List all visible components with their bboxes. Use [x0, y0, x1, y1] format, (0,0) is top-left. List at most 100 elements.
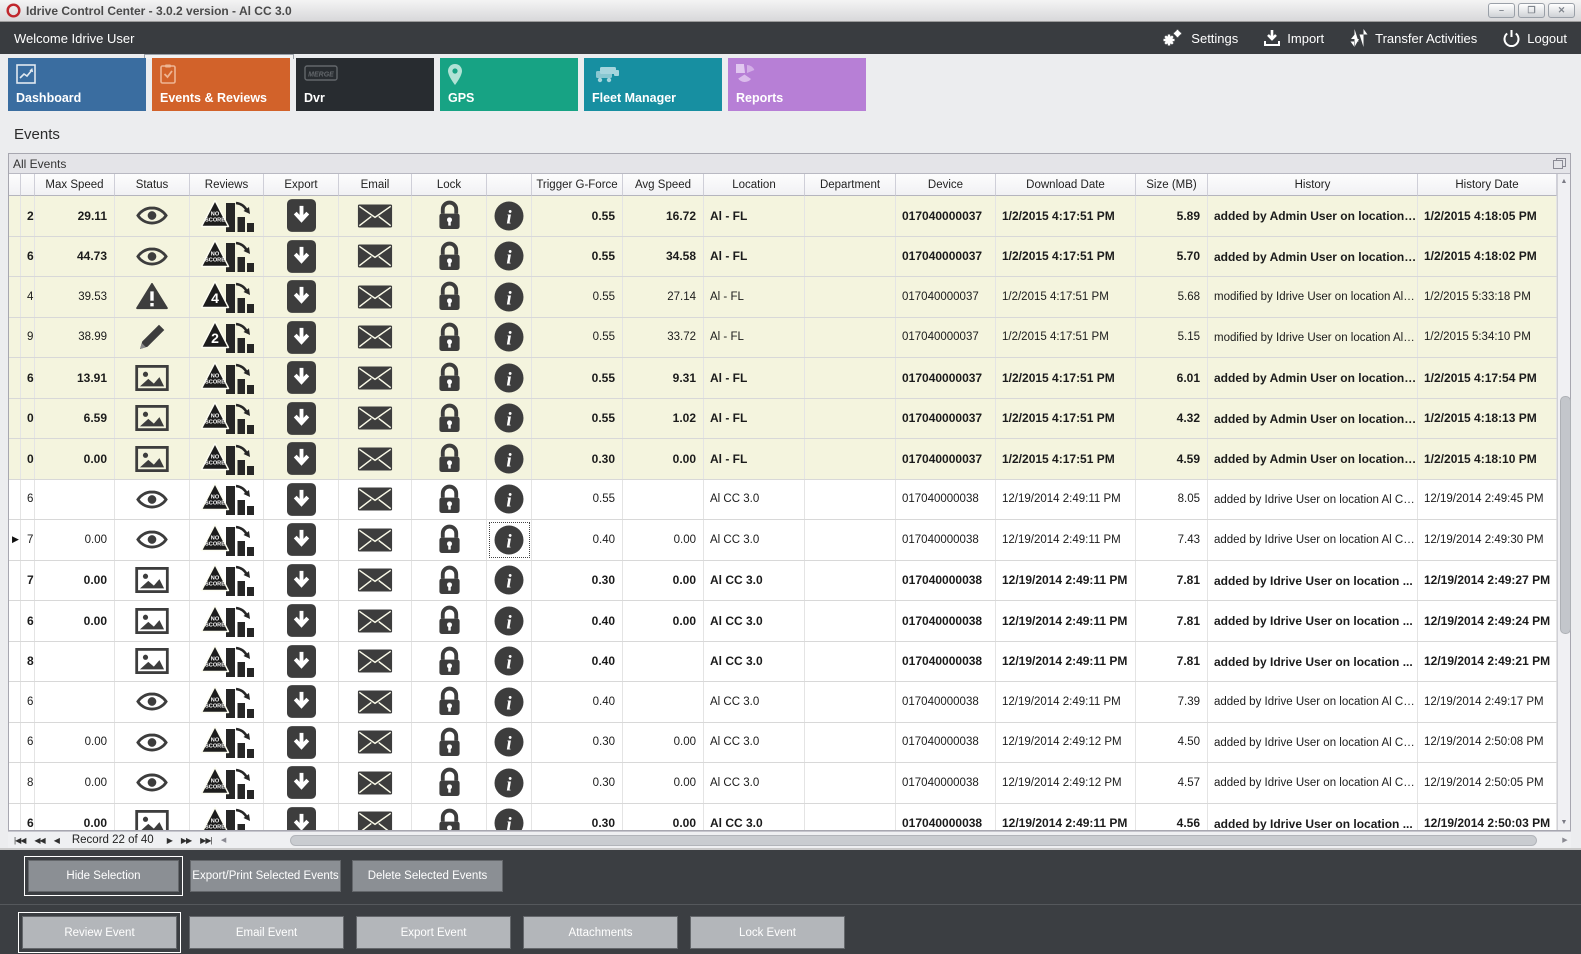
- column-header-max-speed[interactable]: Max Speed: [35, 174, 115, 196]
- export-icon[interactable]: [264, 804, 339, 831]
- info-icon[interactable]: i: [487, 682, 532, 722]
- info-icon[interactable]: i: [487, 399, 532, 439]
- info-icon[interactable]: i: [487, 480, 532, 520]
- column-header-size-mb-[interactable]: Size (MB): [1136, 174, 1208, 196]
- export-icon[interactable]: [264, 361, 338, 394]
- email-icon[interactable]: [339, 609, 411, 633]
- review-score-icon[interactable]: NO SCORE: [190, 603, 263, 639]
- lock-icon[interactable]: [412, 642, 487, 682]
- tab-dashboard[interactable]: Dashboard: [8, 58, 146, 111]
- tab-events-reviews[interactable]: Events & Reviews: [152, 58, 290, 111]
- export-icon[interactable]: [264, 763, 339, 803]
- lock-icon[interactable]: [412, 682, 487, 722]
- lock-icon[interactable]: [412, 601, 487, 641]
- reviews-cell[interactable]: NO SCORE: [190, 399, 264, 439]
- lock-icon[interactable]: [412, 565, 486, 596]
- export-icon[interactable]: [264, 726, 338, 759]
- export-icon[interactable]: [264, 766, 338, 799]
- review-score-icon[interactable]: NO SCORE: [190, 562, 263, 598]
- info-icon[interactable]: i: [487, 318, 532, 358]
- export-icon[interactable]: [264, 604, 338, 637]
- scroll-left-icon[interactable]: ◀: [218, 836, 230, 844]
- review-event-button[interactable]: Review Event: [22, 916, 177, 949]
- lock-icon[interactable]: [412, 520, 487, 560]
- table-row[interactable]: 8 NO SCORE i0.40Al CC 3.001704000003812/…: [9, 642, 1557, 683]
- table-row[interactable]: 60.00 NO SCORE i0.300.00Al CC 3.00170400…: [9, 804, 1557, 831]
- export-icon[interactable]: [264, 483, 338, 516]
- export-icon[interactable]: [264, 399, 339, 439]
- export-icon[interactable]: [264, 520, 339, 560]
- export-icon[interactable]: [264, 277, 339, 317]
- delete-selected-button[interactable]: Delete Selected Events: [352, 860, 503, 892]
- table-row[interactable]: 644.73 NO SCORE i0.5534.58Al - FL0170400…: [9, 237, 1557, 278]
- lock-icon[interactable]: [412, 443, 486, 474]
- column-header-history[interactable]: History: [1208, 174, 1418, 196]
- email-icon[interactable]: [339, 366, 411, 390]
- review-score-icon[interactable]: NO SCORE: [190, 441, 263, 477]
- first-record-button[interactable]: |◀◀: [14, 836, 25, 845]
- minimize-button[interactable]: –: [1488, 3, 1515, 18]
- lock-icon[interactable]: [412, 241, 486, 272]
- reviews-cell[interactable]: NO SCORE: [190, 804, 264, 831]
- email-icon[interactable]: [339, 285, 411, 309]
- email-icon[interactable]: [339, 204, 411, 228]
- reviews-cell[interactable]: NO SCORE: [190, 642, 264, 682]
- info-icon[interactable]: i: [487, 646, 531, 676]
- info-icon[interactable]: i: [487, 282, 531, 312]
- email-icon[interactable]: [339, 196, 412, 236]
- review-score-icon[interactable]: NO SCORE: [190, 400, 263, 436]
- vertical-scroll-thumb[interactable]: [1560, 396, 1571, 634]
- lock-icon[interactable]: [412, 322, 486, 353]
- table-row[interactable]: 06.59 NO SCORE i0.551.02Al - FL017040000…: [9, 399, 1557, 440]
- email-event-button[interactable]: Email Event: [189, 916, 344, 949]
- export-icon[interactable]: [264, 240, 338, 273]
- table-row[interactable]: 439.53 4 i0.5527.14Al - FL0170400000371/…: [9, 277, 1557, 318]
- reviews-cell[interactable]: NO SCORE: [190, 480, 264, 520]
- reviews-cell[interactable]: NO SCORE: [190, 601, 264, 641]
- lock-icon[interactable]: [412, 723, 487, 763]
- lock-icon[interactable]: [412, 200, 486, 231]
- export-icon[interactable]: [264, 321, 338, 354]
- info-icon[interactable]: i: [487, 520, 532, 560]
- email-icon[interactable]: [339, 690, 411, 714]
- review-score-icon[interactable]: NO SCORE: [190, 481, 263, 517]
- email-icon[interactable]: [339, 723, 412, 763]
- info-icon[interactable]: i: [487, 358, 532, 398]
- export-icon[interactable]: [264, 237, 339, 277]
- lock-icon[interactable]: [412, 399, 487, 439]
- lock-icon[interactable]: [412, 484, 486, 515]
- lock-icon[interactable]: [412, 686, 486, 717]
- email-icon[interactable]: [339, 277, 412, 317]
- column-header-status[interactable]: Status: [115, 174, 190, 196]
- column-header-avg-speed[interactable]: Avg Speed: [623, 174, 704, 196]
- lock-event-button[interactable]: Lock Event: [690, 916, 845, 949]
- export-icon[interactable]: [264, 439, 339, 479]
- column-header-trigger-g-force[interactable]: Trigger G-Force: [532, 174, 623, 196]
- reviews-cell[interactable]: NO SCORE: [190, 196, 264, 236]
- lock-icon[interactable]: [412, 763, 487, 803]
- column-header-email[interactable]: Email: [339, 174, 412, 196]
- review-score-icon[interactable]: 2: [190, 319, 263, 355]
- hide-selection-button[interactable]: Hide Selection: [28, 860, 179, 892]
- table-row[interactable]: 80.00 NO SCORE i0.300.00Al CC 3.00170400…: [9, 763, 1557, 804]
- export-icon[interactable]: [264, 645, 338, 678]
- email-icon[interactable]: [339, 318, 412, 358]
- lock-icon[interactable]: [412, 561, 487, 601]
- column-header-reviews[interactable]: Reviews: [190, 174, 264, 196]
- export-icon[interactable]: [264, 280, 338, 313]
- export-icon[interactable]: [264, 561, 339, 601]
- lock-icon[interactable]: [412, 281, 486, 312]
- review-score-icon[interactable]: NO SCORE: [190, 765, 263, 801]
- review-score-icon[interactable]: NO SCORE: [190, 522, 263, 558]
- email-icon[interactable]: [339, 399, 412, 439]
- export-icon[interactable]: [264, 402, 338, 435]
- review-score-icon[interactable]: NO SCORE: [190, 684, 263, 720]
- info-icon[interactable]: i: [487, 808, 531, 830]
- info-icon[interactable]: i: [487, 642, 532, 682]
- lock-icon[interactable]: [412, 524, 486, 555]
- tab-reports[interactable]: Reports: [728, 58, 866, 111]
- review-score-icon[interactable]: NO SCORE: [190, 805, 263, 830]
- export-icon[interactable]: [264, 480, 339, 520]
- prev-record-button[interactable]: ◀: [54, 836, 59, 845]
- next-page-button[interactable]: ▶▶: [181, 836, 191, 845]
